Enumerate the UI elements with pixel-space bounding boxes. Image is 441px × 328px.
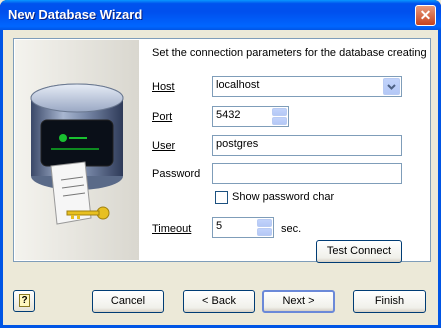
timeout-spin-buttons[interactable] [257,219,272,236]
timeout-label-text: Timeout [152,223,192,235]
port-value: 5432 [216,109,241,121]
port-label-text: Port [152,111,173,123]
port-spin-buttons[interactable] [272,108,287,125]
timeout-label: Timeout [152,223,191,235]
timeout-unit: sec. [281,223,302,235]
close-icon: ✕ [419,7,432,23]
page-heading: Set the connection parameters for the da… [152,47,427,59]
spin-down-icon[interactable] [272,117,287,125]
host-label-text: Host [152,81,175,93]
close-button[interactable]: ✕ [415,5,436,26]
password-field[interactable] [212,163,402,184]
spin-down-icon[interactable] [257,228,272,236]
host-combobox[interactable]: localhost [212,76,402,97]
back-button[interactable]: < Back [183,290,255,313]
spin-up-icon[interactable] [257,219,272,227]
wizard-page-panel: Set the connection parameters for the da… [13,38,431,263]
user-label: User [152,140,175,152]
password-label: Password [152,168,200,180]
help-icon: ? [19,294,30,307]
user-label-text: User [152,140,176,152]
host-label: Host [152,81,175,93]
help-button[interactable]: ? [13,290,35,312]
spin-up-icon[interactable] [272,108,287,116]
dialog-client-area: Set the connection parameters for the da… [3,30,438,325]
database-server-illustration [15,40,139,260]
timeout-spinbox[interactable]: 5 [212,217,274,238]
user-field[interactable]: postgres [212,135,402,156]
port-label: Port [152,111,172,123]
show-password-checkbox[interactable] [215,191,228,204]
host-dropdown-button[interactable] [383,78,400,95]
host-value: localhost [216,79,260,91]
timeout-value: 5 [216,220,223,232]
next-button[interactable]: Next > [262,290,335,313]
finish-button[interactable]: Finish [353,290,426,313]
cancel-button[interactable]: Cancel [92,290,164,313]
show-password-label[interactable]: Show password char [232,191,334,203]
title-bar[interactable]: New Database Wizard ✕ [0,0,441,30]
test-connect-button[interactable]: Test Connect [316,240,402,263]
window-title: New Database Wizard [8,7,143,22]
wizard-window: New Database Wizard ✕ Set the connection… [0,0,441,328]
user-value: postgres [216,138,259,150]
password-label-text: Password [152,168,201,180]
chevron-down-icon [387,84,396,90]
port-spinbox[interactable]: 5432 [212,106,289,127]
